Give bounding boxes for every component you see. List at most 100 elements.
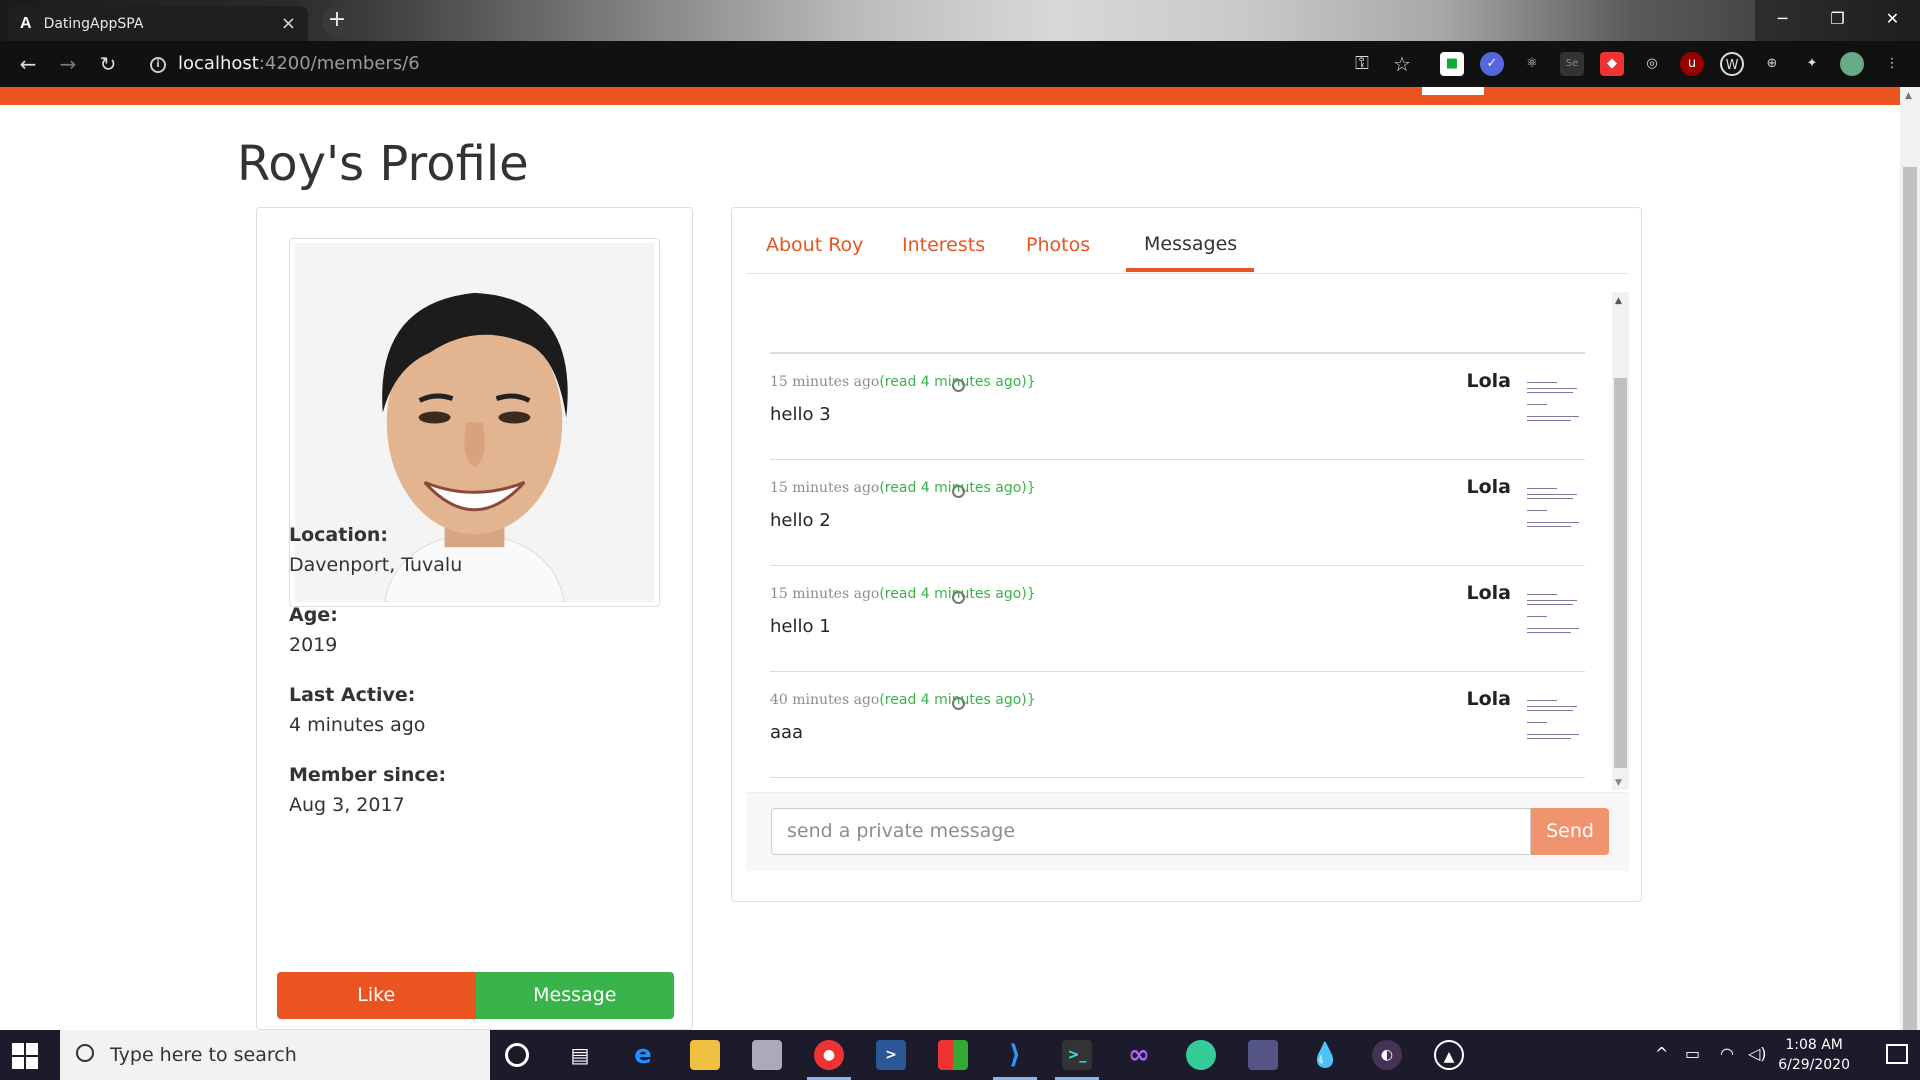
tray-chevron-icon[interactable]: ^	[1655, 1044, 1668, 1063]
active-tab-underline	[1126, 268, 1254, 272]
app-navbar	[0, 87, 1900, 105]
vscode-icon[interactable]: ⟩	[1000, 1040, 1030, 1070]
cortana-icon[interactable]	[505, 1043, 529, 1067]
search-icon	[76, 1044, 94, 1062]
message-item: 40 minutes ago(read 4 minutes ago)} aaa …	[770, 671, 1585, 777]
gitkraken-icon[interactable]	[1186, 1040, 1216, 1070]
sender-avatar	[1519, 470, 1585, 540]
clock-time: 1:08 AM	[1785, 1037, 1843, 1053]
edge-icon[interactable]: e	[628, 1040, 658, 1070]
forward-arrow-icon[interactable]: →	[54, 50, 82, 78]
file-explorer-icon[interactable]	[690, 1040, 720, 1070]
close-window-button[interactable]: ✕	[1865, 0, 1920, 41]
message-button[interactable]: Message	[475, 972, 674, 1019]
message-time: 15 minutes ago	[770, 374, 880, 390]
close-tab-icon[interactable]: ×	[281, 13, 296, 34]
tab-interests[interactable]: Interests	[902, 234, 985, 256]
message-time: 15 minutes ago	[770, 480, 880, 496]
extension-react-icon[interactable]: ⚛	[1520, 52, 1544, 76]
ublock-icon[interactable]: u	[1680, 52, 1704, 76]
message-time: 40 minutes ago	[770, 692, 880, 708]
send-button[interactable]: Send	[1531, 808, 1609, 855]
tab-messages[interactable]: Messages	[1144, 233, 1237, 255]
wifi-icon[interactable]: ◠	[1720, 1044, 1734, 1063]
message-meta: 15 minutes ago(read 4 minutes ago)}	[770, 480, 1036, 498]
member-since-value: Aug 3, 2017	[289, 794, 405, 816]
clock-icon	[951, 697, 965, 710]
url-field[interactable]: localhost:4200/members/6	[140, 47, 1360, 81]
chrome-icon[interactable]: ●	[814, 1040, 844, 1070]
tabset: About Roy Interests Photos Messages	[746, 208, 1629, 274]
message-meta: 15 minutes ago(read 4 minutes ago)}	[770, 374, 1036, 392]
message-meta: 40 minutes ago(read 4 minutes ago)}	[770, 692, 1036, 710]
windows-start-icon[interactable]	[12, 1043, 38, 1069]
message-sender: Lola	[1466, 688, 1512, 710]
key-icon[interactable]: ⚿	[1350, 52, 1374, 76]
page-scrollbar-thumb[interactable]	[1903, 167, 1917, 1030]
sender-avatar	[1519, 576, 1585, 646]
extension-flag-icon[interactable]: ■	[1440, 52, 1464, 76]
taskbar-search[interactable]: Type here to search	[60, 1030, 490, 1080]
terminal-icon[interactable]: >_	[1062, 1040, 1092, 1070]
restore-button[interactable]: ❐	[1810, 0, 1865, 41]
reload-icon[interactable]: ↻	[94, 50, 122, 78]
last-active-value: 4 minutes ago	[289, 714, 426, 736]
profile-card: Location: Davenport, Tuvalu Age: 2019 La…	[256, 207, 693, 1030]
profile-avatar[interactable]	[1840, 52, 1864, 76]
scroll-up-icon[interactable]: ▲	[1615, 296, 1622, 306]
extension-w-icon[interactable]: W	[1720, 52, 1744, 76]
extensions-puzzle-icon[interactable]: ✦	[1800, 52, 1824, 76]
minimize-button[interactable]: ─	[1755, 0, 1810, 41]
message-scrollbar-thumb[interactable]	[1614, 378, 1627, 768]
message-time: 15 minutes ago	[770, 586, 880, 602]
network-app-icon[interactable]	[1248, 1040, 1278, 1070]
volume-icon[interactable]: ◁)	[1748, 1044, 1767, 1063]
moon-app-icon[interactable]: ◐	[1372, 1040, 1402, 1070]
member-tabs-card: About Roy Interests Photos Messages 15 m…	[731, 207, 1642, 902]
powershell-icon[interactable]: >	[876, 1040, 906, 1070]
url-path: :4200/members/6	[258, 53, 420, 74]
notifications-icon[interactable]	[1886, 1044, 1908, 1064]
browser-tabstrip: A DatingAppSPA × + ─ ❐ ✕	[0, 0, 1920, 41]
extension-red-icon[interactable]: ◆	[1600, 52, 1624, 76]
tab-photos[interactable]: Photos	[1026, 234, 1090, 256]
tab-title: DatingAppSPA	[43, 15, 144, 32]
search-placeholder: Type here to search	[110, 1044, 297, 1066]
message-item: 15 minutes ago(read 4 minutes ago)} hell…	[770, 565, 1585, 671]
last-active-label: Last Active:	[289, 684, 416, 706]
star-icon[interactable]: ☆	[1390, 52, 1414, 76]
battery-icon[interactable]: ▭	[1685, 1044, 1700, 1063]
tab-about[interactable]: About Roy	[766, 234, 863, 256]
message-thread[interactable]: 15 minutes ago(read 4 minutes ago)} hell…	[746, 292, 1629, 790]
browser-tab[interactable]: A DatingAppSPA ×	[8, 6, 308, 41]
app-window-icon[interactable]	[752, 1040, 782, 1070]
age-field: Age: 2019	[289, 604, 338, 656]
new-tab-button[interactable]: +	[322, 6, 352, 36]
message-content: hello 3	[770, 404, 831, 425]
system-clock[interactable]: 1:08 AM 6/29/2020	[1778, 1035, 1850, 1075]
message-scrollbar[interactable]: ▲ ▼	[1612, 292, 1629, 790]
message-item: 15 minutes ago(read 4 minutes ago)} hell…	[770, 353, 1585, 459]
message-item: 15 minutes ago(read 4 minutes ago)} hell…	[770, 459, 1585, 565]
droplet-icon[interactable]: 💧	[1310, 1040, 1340, 1070]
page-scrollbar[interactable]: ▲	[1900, 87, 1920, 1030]
extension-globe-icon[interactable]: ⊕	[1760, 52, 1784, 76]
message-sender: Lola	[1466, 476, 1512, 498]
back-arrow-icon[interactable]: ←	[14, 50, 42, 78]
menu-kebab-icon[interactable]: ⋮	[1880, 52, 1904, 76]
like-button[interactable]: Like	[277, 972, 476, 1019]
extension-target-icon[interactable]: ◎	[1640, 52, 1664, 76]
message-input[interactable]: send a private message	[771, 808, 1531, 855]
extension-check-icon[interactable]: ✓	[1480, 52, 1504, 76]
scroll-down-icon[interactable]: ▼	[1615, 778, 1622, 788]
sender-avatar	[1519, 364, 1585, 434]
office-icon[interactable]	[938, 1040, 968, 1070]
photos-icon[interactable]: ▲	[1434, 1040, 1464, 1070]
extension-se-icon[interactable]: Se	[1560, 52, 1584, 76]
location-label: Location:	[289, 524, 389, 546]
visual-studio-icon[interactable]: ∞	[1124, 1040, 1154, 1070]
profile-action-buttons: Like Message	[277, 972, 674, 1019]
message-content: aaa	[770, 722, 804, 743]
task-view-icon[interactable]: ▤	[565, 1040, 595, 1070]
scroll-up-icon[interactable]: ▲	[1905, 91, 1912, 101]
